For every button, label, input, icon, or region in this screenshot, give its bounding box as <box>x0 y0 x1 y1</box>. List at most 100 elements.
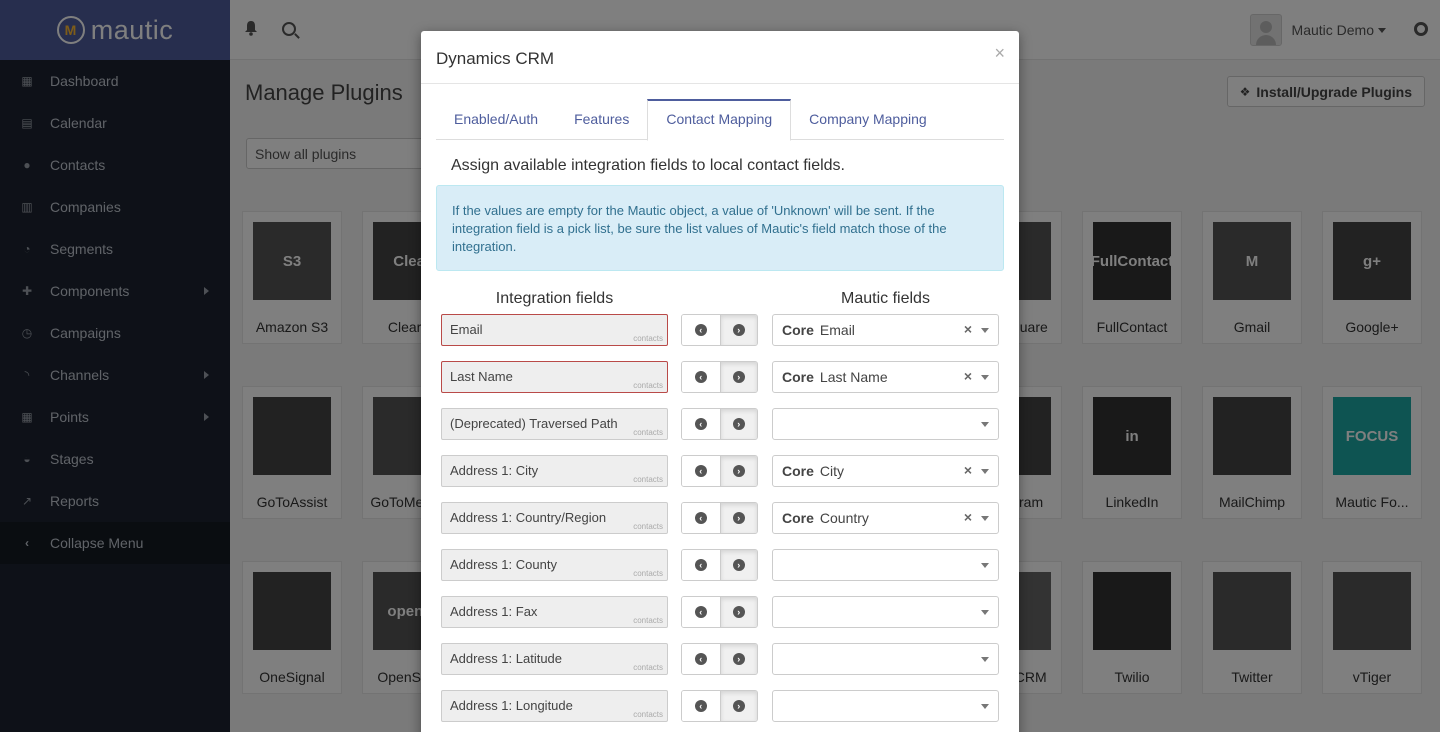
field-mapping-row: Address 1: County contacts ‹ › <box>421 549 1019 581</box>
tab-company-mapping[interactable]: Company Mapping <box>791 99 945 140</box>
sync-to-integration-button[interactable]: ‹ <box>682 456 720 486</box>
sync-direction-toggle: ‹ › <box>681 502 758 534</box>
arrow-circle-left-icon: ‹ <box>694 653 707 665</box>
integration-field: Address 1: County contacts <box>441 549 668 581</box>
arrow-circle-left-icon: ‹ <box>694 512 707 524</box>
sync-to-mautic-button[interactable]: › <box>719 597 757 627</box>
integration-field: Address 1: City contacts <box>441 455 668 487</box>
integration-field-label: Address 1: Country/Region <box>450 510 607 525</box>
sync-to-mautic-button[interactable]: › <box>719 456 757 486</box>
mautic-field-value: Country <box>819 510 869 526</box>
modal-header: Dynamics CRM × <box>421 31 1019 84</box>
sync-to-integration-button[interactable]: ‹ <box>682 315 720 345</box>
plugin-config-modal: Dynamics CRM × Enabled/Auth Features Conta… <box>421 31 1019 732</box>
field-mapping-row: Address 1: Country/Region contacts ‹ › Core C… <box>421 502 1019 534</box>
chevron-down-icon <box>981 422 989 427</box>
chevron-down-icon <box>981 516 989 521</box>
sync-direction-toggle: ‹ › <box>681 314 758 346</box>
mautic-field-select[interactable] <box>772 549 999 581</box>
mautic-field-select[interactable] <box>772 690 999 722</box>
integration-field-object: contacts <box>633 381 663 390</box>
sync-to-integration-button[interactable]: ‹ <box>682 409 720 439</box>
chevron-down-icon <box>981 704 989 709</box>
arrow-circle-right-icon: › <box>732 606 745 618</box>
mautic-field-value: Last Name <box>819 369 888 385</box>
sync-direction-toggle: ‹ › <box>681 455 758 487</box>
clear-icon[interactable]: × <box>964 462 972 478</box>
integration-field: Email contacts <box>441 314 668 346</box>
arrow-circle-right-icon: › <box>732 653 745 665</box>
integration-field-object: contacts <box>633 616 663 625</box>
sync-to-mautic-button[interactable]: › <box>719 691 757 721</box>
arrow-circle-left-icon: ‹ <box>694 606 707 618</box>
mautic-field-group: Core <box>782 369 814 385</box>
info-alert: If the values are empty for the Mautic o… <box>436 185 1004 271</box>
arrow-circle-left-icon: ‹ <box>694 324 707 336</box>
integration-field-label: Address 1: Longitude <box>450 698 573 713</box>
sync-to-mautic-button[interactable]: › <box>719 503 757 533</box>
integration-field-object: contacts <box>633 710 663 719</box>
integration-field: (Deprecated) Traversed Path contacts <box>441 408 668 440</box>
sync-to-mautic-button[interactable]: › <box>719 644 757 674</box>
mautic-field-select[interactable] <box>772 596 999 628</box>
sync-to-integration-button[interactable]: ‹ <box>682 550 720 580</box>
field-mapping-row: Address 1: Longitude contacts ‹ › <box>421 690 1019 722</box>
sync-to-integration-button[interactable]: ‹ <box>682 503 720 533</box>
integration-field-object: contacts <box>633 569 663 578</box>
integration-field-object: contacts <box>633 475 663 484</box>
chevron-down-icon <box>981 469 989 474</box>
clear-icon[interactable]: × <box>964 368 972 384</box>
mautic-field-group: Core <box>782 510 814 526</box>
sync-direction-toggle: ‹ › <box>681 549 758 581</box>
mautic-field-select[interactable]: Core Email × <box>772 314 999 346</box>
mautic-fields-header: Mautic fields <box>841 290 930 307</box>
mapping-intro: Assign available integration fields to l… <box>451 157 845 174</box>
arrow-circle-right-icon: › <box>732 559 745 571</box>
arrow-circle-right-icon: › <box>732 512 745 524</box>
integration-field-object: contacts <box>633 663 663 672</box>
sync-direction-toggle: ‹ › <box>681 596 758 628</box>
integration-fields-header: Integration fields <box>495 290 614 307</box>
sync-to-mautic-button[interactable]: › <box>719 315 757 345</box>
chevron-down-icon <box>981 563 989 568</box>
tab-contact-mapping[interactable]: Contact Mapping <box>647 99 792 141</box>
sync-direction-toggle: ‹ › <box>681 361 758 393</box>
clear-icon[interactable]: × <box>964 321 972 337</box>
field-mapping-row: Address 1: Fax contacts ‹ › <box>421 596 1019 628</box>
sync-to-integration-button[interactable]: ‹ <box>682 597 720 627</box>
mautic-field-group: Core <box>782 322 814 338</box>
mautic-field-select[interactable]: Core Last Name × <box>772 361 999 393</box>
integration-field-object: contacts <box>633 428 663 437</box>
sync-direction-toggle: ‹ › <box>681 643 758 675</box>
modal-tabs: Enabled/Auth Features Contact Mapping Compa… <box>436 99 1004 141</box>
mautic-field-select[interactable] <box>772 408 999 440</box>
sync-to-mautic-button[interactable]: › <box>719 550 757 580</box>
mautic-field-select[interactable]: Core Country × <box>772 502 999 534</box>
integration-field-object: contacts <box>633 334 663 343</box>
chevron-down-icon <box>981 375 989 380</box>
mautic-field-value: City <box>819 463 845 479</box>
sync-to-integration-button[interactable]: ‹ <box>682 362 720 392</box>
tab-enabled-auth[interactable]: Enabled/Auth <box>436 99 556 140</box>
arrow-circle-right-icon: › <box>732 324 745 336</box>
integration-field: Address 1: Country/Region contacts <box>441 502 668 534</box>
integration-field-label: Email <box>450 322 483 337</box>
integration-field: Last Name contacts <box>441 361 668 393</box>
close-button[interactable]: × <box>994 43 1005 64</box>
sync-to-integration-button[interactable]: ‹ <box>682 644 720 674</box>
chevron-down-icon <box>981 657 989 662</box>
sync-to-integration-button[interactable]: ‹ <box>682 691 720 721</box>
mautic-field-select[interactable]: Core City × <box>772 455 999 487</box>
tab-features[interactable]: Features <box>556 99 647 140</box>
arrow-circle-left-icon: ‹ <box>694 418 707 430</box>
integration-field-label: (Deprecated) Traversed Path <box>450 416 618 431</box>
sync-to-mautic-button[interactable]: › <box>719 362 757 392</box>
arrow-circle-left-icon: ‹ <box>694 559 707 571</box>
clear-icon[interactable]: × <box>964 509 972 525</box>
sync-to-mautic-button[interactable]: › <box>719 409 757 439</box>
arrow-circle-left-icon: ‹ <box>694 371 707 383</box>
arrow-circle-right-icon: › <box>732 465 745 477</box>
field-mapping-row: Address 1: City contacts ‹ › Core City × <box>421 455 1019 487</box>
sync-direction-toggle: ‹ › <box>681 690 758 722</box>
mautic-field-select[interactable] <box>772 643 999 675</box>
